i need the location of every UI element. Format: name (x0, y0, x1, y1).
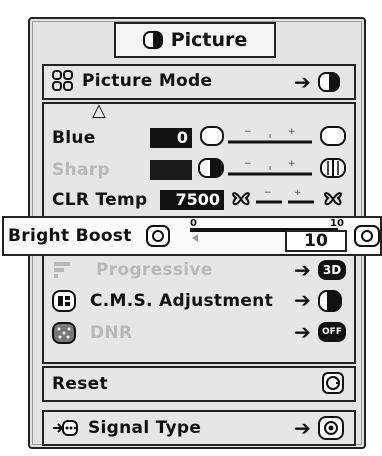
clr-temp-min-mark: − (264, 188, 272, 198)
reset-label: Reset (52, 374, 108, 394)
blue-min-mark: − (244, 127, 252, 137)
clr-temp-low-icon (232, 192, 250, 206)
clr-temp-value: 7500 (160, 190, 224, 210)
bright-boost-label: Bright Boost (8, 226, 132, 246)
blue-label: Blue (52, 128, 96, 148)
menu-item-reset[interactable]: Reset (52, 374, 108, 394)
signal-type-arrow-icon: ➔ (294, 416, 311, 440)
cms-arrow-icon: ➔ (294, 288, 311, 312)
picture-mode-value-icon (318, 72, 340, 92)
page-title: Picture (170, 29, 248, 51)
dnr-arrow-icon: ➔ (294, 320, 311, 344)
dnr-icon (52, 322, 76, 344)
progressive-icon (54, 262, 70, 278)
picture-mode-label: Picture Mode (82, 71, 213, 91)
sharp-min-icon (198, 158, 224, 178)
progressive-3d-badge: 3D (318, 260, 346, 280)
signal-type-label: Signal Type (88, 418, 202, 438)
cms-value-icon (318, 290, 342, 312)
enter-icon (322, 372, 344, 394)
picture-mode-icon (52, 70, 73, 91)
clr-temp-label: CLR Temp (52, 190, 148, 210)
blue-max-icon (320, 126, 346, 146)
menu-item-signal-type[interactable]: Signal Type (52, 418, 201, 438)
sharp-max-icon (320, 158, 346, 178)
sharp-slider[interactable]: − + (226, 154, 314, 184)
clr-temp-slider[interactable]: − + (254, 184, 316, 214)
picture-icon (142, 31, 163, 49)
clr-temp-max-mark: + (294, 188, 302, 198)
menu-item-blue[interactable]: Blue (52, 128, 96, 148)
sharp-value (150, 160, 192, 180)
sharp-max-mark: + (288, 159, 296, 169)
blue-min-icon (200, 126, 224, 146)
cms-label: C.M.S. Adjustment (90, 291, 274, 311)
menu-item-sharp[interactable]: Sharp (52, 160, 110, 180)
clr-temp-high-icon (324, 192, 342, 206)
menu-item-progressive[interactable]: Progressive (52, 260, 213, 280)
arrow-right-icon: ➔ (294, 70, 311, 94)
menu-title-box: Picture (114, 22, 276, 58)
dnr-label: DNR (90, 323, 133, 343)
progressive-label: Progressive (96, 260, 213, 280)
menu-item-cms-adjustment[interactable]: C.M.S. Adjustment (52, 290, 273, 312)
menu-item-picture-mode[interactable]: Picture Mode (52, 70, 212, 92)
signal-type-value-icon (318, 416, 344, 440)
bright-boost-value: 10 (285, 230, 347, 252)
blue-value: 0 (150, 128, 192, 148)
bright-boost-min-icon (146, 225, 170, 247)
blue-max-mark: + (288, 127, 296, 137)
sharp-min-mark: − (244, 159, 252, 169)
progressive-arrow-icon: ➔ (294, 258, 311, 282)
menu-item-dnr[interactable]: DNR (52, 322, 132, 344)
cms-icon (52, 290, 76, 312)
blue-slider[interactable]: − + (226, 122, 314, 152)
sharp-label: Sharp (52, 160, 110, 180)
scroll-up-icon[interactable]: △ (92, 100, 106, 121)
dnr-off-badge: OFF (318, 322, 346, 342)
menu-item-clr-temp[interactable]: CLR Temp (52, 190, 147, 210)
signal-type-icon (53, 420, 78, 436)
bright-boost-max-icon (354, 225, 380, 247)
